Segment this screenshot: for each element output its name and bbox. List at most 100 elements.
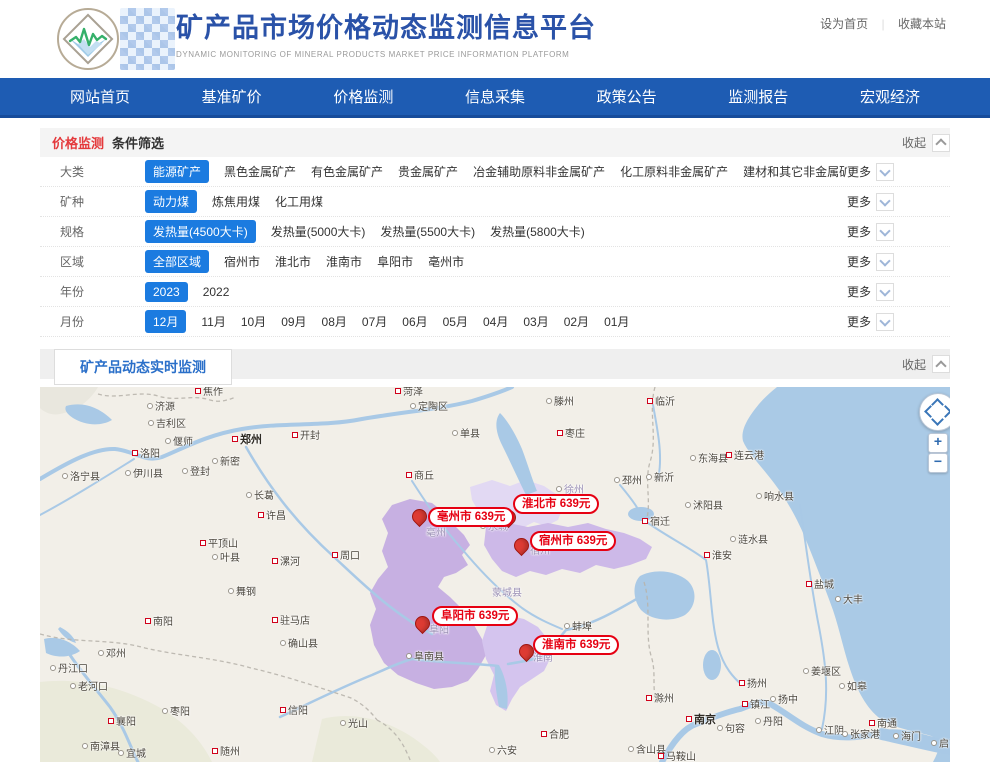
filter-option[interactable]: 贵金属矿产 [398,160,458,183]
map-pin-icon[interactable] [513,537,530,555]
filter-option[interactable]: 10月 [241,310,266,333]
more-button[interactable]: 更多 [847,313,894,331]
chevron-down-icon[interactable] [876,193,894,211]
filter-option[interactable]: 全部区域 [145,250,209,273]
chevron-down-icon[interactable] [876,313,894,331]
city-dot-icon [931,740,937,746]
collapse-label[interactable]: 收起 [902,356,926,373]
chevron-up-icon[interactable] [932,134,950,152]
filter-option[interactable]: 05月 [443,310,468,333]
filter-option[interactable]: 06月 [402,310,427,333]
city-name: 涟水县 [738,535,768,546]
nav-item-2[interactable]: 基准矿价 [190,86,274,107]
monitor-tab[interactable]: 矿产品动态实时监测 [54,349,232,385]
filter-option[interactable]: 化工用煤 [275,190,323,213]
zoom-in-button[interactable]: + [928,433,948,453]
price-marker-label[interactable]: 宿州市 639元 [530,531,616,551]
filter-option[interactable]: 化工原料非金属矿产 [620,160,728,183]
caret-up [935,138,946,149]
city-name: 东海县 [698,454,728,465]
filter-option[interactable]: 炼焦用煤 [212,190,260,213]
price-marker-label[interactable]: 阜阳市 639元 [432,606,518,626]
filter-option[interactable]: 02月 [564,310,589,333]
city-name: 济源 [155,402,175,413]
map-city-label: 扬中 [770,695,798,707]
city-name: 马鞍山 [666,752,696,762]
nav-item-1[interactable]: 网站首页 [58,86,142,107]
filter-option[interactable]: 淮北市 [275,250,311,273]
price-map[interactable]: 焦作济源吉利区偃师洛阳洛宁县伊川县登封新密郑州开封长葛许昌平顶山叶县漯河周口舞钢… [40,387,950,762]
filter-collapse[interactable]: 收起 [902,134,950,152]
filter-option[interactable]: 淮南市 [326,250,362,273]
filter-row: 矿种动力煤炼焦用煤化工用煤更多 [40,187,950,217]
nav-item-5[interactable]: 政策公告 [585,86,669,107]
filter-option[interactable]: 发热量(5800大卡) [490,220,585,243]
chevron-down-icon[interactable] [876,223,894,241]
filter-option[interactable]: 发热量(5500大卡) [380,220,475,243]
map-city-label: 蒙城县 [492,588,522,600]
more-button[interactable]: 更多 [847,163,894,181]
filter-option[interactable]: 04月 [483,310,508,333]
map-pin-icon[interactable] [414,615,431,633]
filter-option[interactable]: 有色金属矿产 [311,160,383,183]
filter-row-label: 月份 [60,313,145,330]
nav-item-6[interactable]: 监测报告 [716,86,800,107]
favorite-link[interactable]: 收藏本站 [898,17,946,31]
filter-option[interactable]: 动力煤 [145,190,197,213]
map-pin-icon[interactable] [411,508,428,526]
filter-row: 规格发热量(4500大卡)发热量(5000大卡)发热量(5500大卡)发热量(5… [40,217,950,247]
page-subtitle: DYNAMIC MONITORING OF MINERAL PRODUCTS M… [176,50,596,59]
filter-option[interactable]: 03月 [523,310,548,333]
more-button[interactable]: 更多 [847,283,894,301]
map-pan-control[interactable] [919,393,950,431]
filter-option[interactable]: 07月 [362,310,387,333]
nav-item-3[interactable]: 价格监测 [321,86,405,107]
caret-down [879,255,890,266]
chevron-down-icon[interactable] [876,253,894,271]
map-city-label: 南阳 [145,617,173,629]
monitor-collapse[interactable]: 收起 [902,355,950,373]
city-dot-icon [228,588,234,594]
chevron-up-icon[interactable] [932,355,950,373]
set-home-link[interactable]: 设为首页 [820,17,868,31]
chevron-down-icon[interactable] [876,283,894,301]
city-dot-icon [280,707,286,713]
filter-option[interactable]: 12月 [145,310,186,333]
price-marker-label[interactable]: 亳州市 639元 [428,507,514,527]
nav-item-7[interactable]: 宏观经济 [848,86,932,107]
filter-option[interactable]: 08月 [322,310,347,333]
filter-option[interactable]: 阜阳市 [377,250,413,273]
filter-option[interactable]: 黑色金属矿产 [224,160,296,183]
more-button[interactable]: 更多 [847,253,894,271]
filter-option[interactable]: 01月 [604,310,629,333]
zoom-out-button[interactable]: − [928,453,948,473]
filter-option[interactable]: 09月 [281,310,306,333]
filter-option[interactable]: 亳州市 [428,250,464,273]
filter-option[interactable]: 发热量(4500大卡) [145,220,256,243]
more-button[interactable]: 更多 [847,223,894,241]
city-name: 偃师 [173,437,193,448]
price-marker-label[interactable]: 淮北市 639元 [513,494,599,514]
price-marker-label[interactable]: 淮南市 639元 [533,635,619,655]
filter-option[interactable]: 冶金辅助原料非金属矿产 [473,160,605,183]
filter-option[interactable]: 2022 [203,282,230,302]
filter-row: 月份12月 11月 10月 09月 08月 07月 06月 05月 04月 03月 02月 01月 更多 [40,307,950,337]
filter-option[interactable]: 建材和其它非金属矿产 [743,160,847,183]
city-name: 舞钢 [236,587,256,598]
city-dot-icon [658,753,664,759]
city-dot-icon [806,581,812,587]
map-city-label: 周口 [332,551,360,563]
map-city-label: 六安 [489,746,517,758]
filter-option[interactable]: 2023 [145,282,188,302]
filter-option[interactable]: 能源矿产 [145,160,209,183]
filter-option[interactable]: 11月 [201,310,225,333]
collapse-label[interactable]: 收起 [902,134,926,151]
city-name: 海门 [901,732,921,743]
chevron-down-icon[interactable] [876,163,894,181]
city-name: 丹阳 [763,717,783,728]
filter-option[interactable]: 宿州市 [224,250,260,273]
city-dot-icon [145,618,151,624]
more-button[interactable]: 更多 [847,193,894,211]
filter-option[interactable]: 发热量(5000大卡) [271,220,366,243]
nav-item-4[interactable]: 信息采集 [453,86,537,107]
